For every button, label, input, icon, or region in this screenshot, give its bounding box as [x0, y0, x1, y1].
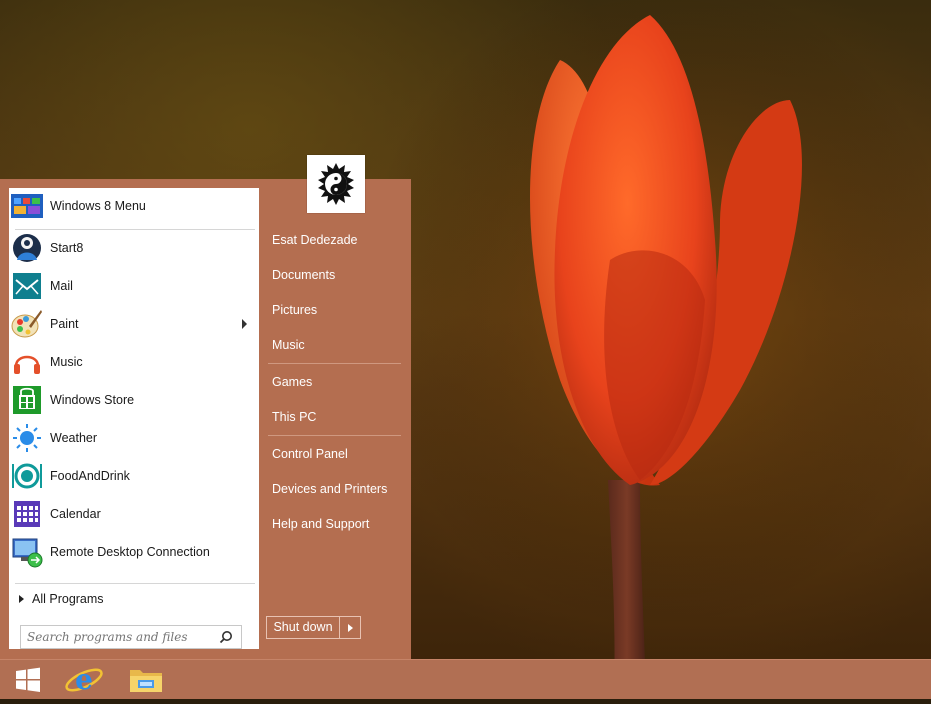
all-programs-button[interactable]: All Programs: [19, 588, 104, 610]
food-icon: [11, 460, 43, 492]
program-label: Windows 8 Menu: [50, 199, 146, 213]
separator: [268, 435, 401, 436]
program-label: Remote Desktop Connection: [50, 545, 210, 559]
remote-desktop-icon: [11, 536, 43, 568]
program-weather[interactable]: Weather: [11, 421, 257, 455]
program-windows-store[interactable]: Windows Store: [11, 383, 257, 417]
program-label: Mail: [50, 279, 73, 293]
program-music[interactable]: Music: [11, 345, 257, 379]
calendar-icon: [11, 498, 43, 530]
store-icon: [11, 384, 43, 416]
windows8-menu-icon: [11, 190, 43, 222]
user-avatar[interactable]: [307, 155, 365, 213]
mail-icon: [11, 270, 43, 302]
link-this-pc[interactable]: This PC: [272, 407, 316, 427]
program-mail[interactable]: Mail: [11, 269, 257, 303]
link-control-panel[interactable]: Control Panel: [272, 444, 348, 464]
program-start8[interactable]: Start8: [11, 231, 257, 265]
link-help-and-support[interactable]: Help and Support: [272, 514, 369, 534]
program-remote-desktop[interactable]: Remote Desktop Connection: [11, 535, 257, 569]
program-label: Calendar: [50, 507, 101, 521]
program-label: FoodAndDrink: [50, 469, 130, 483]
programs-pane: Windows 8 Menu Start8 Mail Paint Music W…: [9, 188, 259, 649]
link-devices-and-printers[interactable]: Devices and Printers: [272, 479, 387, 499]
program-label: Weather: [50, 431, 98, 445]
paint-icon: [11, 308, 43, 340]
program-paint[interactable]: Paint: [11, 307, 257, 341]
taskbar-internet-explorer[interactable]: e: [62, 660, 106, 699]
search-icon[interactable]: [219, 630, 233, 644]
separator: [268, 363, 401, 364]
program-windows8-menu[interactable]: Windows 8 Menu: [11, 189, 257, 223]
link-user-name[interactable]: Esat Dedezade: [272, 230, 357, 250]
program-foodanddrink[interactable]: FoodAndDrink: [11, 459, 257, 493]
yin-yang-icon: [311, 159, 361, 209]
chevron-right-icon: [348, 624, 353, 632]
submenu-arrow-icon: [242, 319, 247, 329]
shutdown-control: Shut down: [266, 616, 361, 639]
internet-explorer-icon: e: [65, 663, 103, 696]
taskbar: e: [0, 659, 931, 699]
taskbar-file-explorer[interactable]: [124, 660, 168, 699]
shutdown-options-button[interactable]: [340, 617, 360, 638]
program-label: Start8: [50, 241, 84, 255]
separator: [15, 583, 255, 584]
shutdown-button[interactable]: Shut down: [267, 617, 340, 638]
link-pictures[interactable]: Pictures: [272, 300, 317, 320]
search-input[interactable]: [27, 628, 207, 646]
start8-icon: [11, 232, 43, 264]
start-button[interactable]: [8, 660, 48, 699]
triangle-right-icon: [19, 595, 24, 603]
program-label: Paint: [50, 317, 79, 331]
program-label: Windows Store: [50, 393, 135, 407]
link-music[interactable]: Music: [272, 335, 305, 355]
start-menu: Windows 8 Menu Start8 Mail Paint Music W…: [0, 179, 411, 659]
separator: [15, 229, 255, 230]
headphones-icon: [11, 346, 43, 378]
link-games[interactable]: Games: [272, 372, 312, 392]
search-box[interactable]: [20, 625, 242, 649]
start-button-icon: [16, 667, 40, 692]
program-label: Music: [50, 355, 83, 369]
all-programs-label: All Programs: [32, 592, 104, 606]
program-calendar[interactable]: Calendar: [11, 497, 257, 531]
file-explorer-icon: [130, 670, 162, 692]
svg-text:e: e: [75, 663, 93, 696]
link-documents[interactable]: Documents: [272, 265, 335, 285]
weather-icon: [11, 422, 43, 454]
